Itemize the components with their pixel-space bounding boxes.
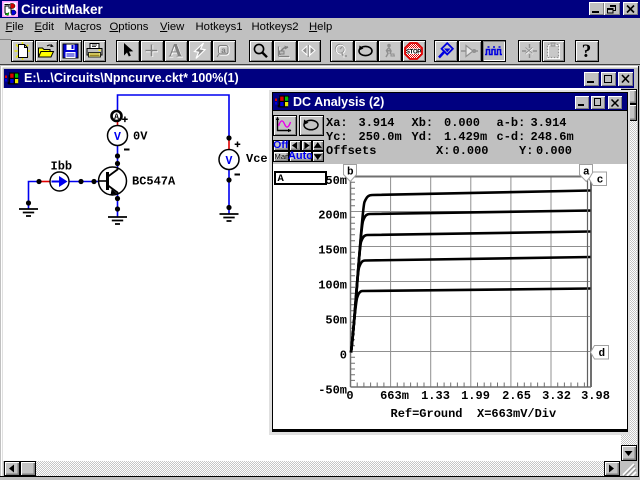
svg-text:200m: 200m [318,208,347,222]
svg-text:1.99: 1.99 [461,389,490,403]
svg-text:d: d [598,348,605,360]
svg-text:V: V [114,131,121,144]
svg-text:Ibb: Ibb [51,160,73,174]
svg-text:A: A [114,113,119,122]
svg-text:150m: 150m [318,243,347,257]
svg-text:50m: 50m [325,313,347,327]
svg-text:100m: 100m [318,278,347,292]
svg-text:A: A [169,42,183,60]
svg-text:c: c [596,174,603,186]
svg-text:3.32: 3.32 [542,389,571,403]
svg-text:?: ? [582,42,592,60]
svg-text:Vce: Vce [246,152,268,166]
svg-text:0: 0 [339,348,346,362]
svg-text:STOP: STOP [406,49,421,55]
svg-text:3.98: 3.98 [581,389,610,403]
svg-text:-50m: -50m [318,383,347,397]
svg-text:2.65: 2.65 [502,389,531,403]
svg-text:0V: 0V [133,130,148,144]
svg-text:0: 0 [346,389,353,403]
svg-text:V: V [226,155,233,168]
svg-text:1.33: 1.33 [421,389,450,403]
svg-text:X=663mV/Div: X=663mV/Div [477,407,556,421]
svg-text:a: a [221,47,226,56]
svg-text:a: a [582,166,589,178]
svg-text:BC547A: BC547A [132,175,176,189]
svg-text:663m: 663m [380,389,409,403]
svg-text:b: b [346,166,353,178]
svg-text:Ref=Ground: Ref=Ground [390,407,462,421]
